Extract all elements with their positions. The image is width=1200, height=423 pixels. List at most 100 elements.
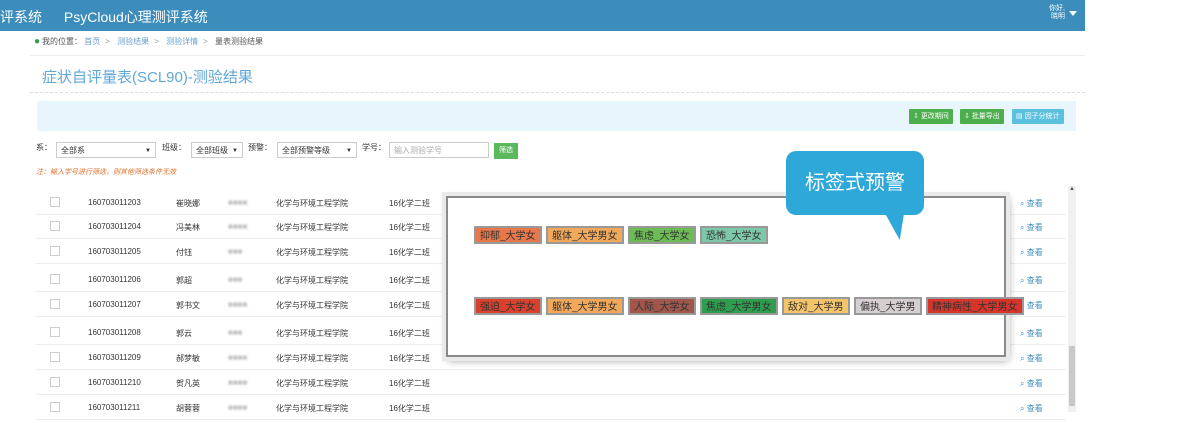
row-college: 化学与环境工程学院 (276, 404, 348, 413)
dropdown-arrow-icon: ▼ (232, 148, 238, 154)
warn-select-value: 全部预警等级 (282, 146, 330, 155)
view-link[interactable]: ⌕ 查看 (1020, 403, 1043, 414)
warning-tag[interactable]: 抑郁_大学女 (474, 226, 542, 244)
zoom-in-icon: ⌕ (1020, 248, 1027, 257)
row-checkbox[interactable] (50, 197, 60, 207)
row-college: 化学与环境工程学院 (276, 354, 348, 363)
row-college: 化学与环境工程学院 (276, 301, 348, 310)
warning-tag[interactable]: 人际_大学女 (628, 297, 696, 315)
row-student-id: 160703011206 (88, 275, 141, 284)
row-checkbox[interactable] (50, 352, 60, 362)
warning-tag[interactable]: 焦虑_大学男女 (700, 297, 778, 315)
warning-tag[interactable]: 恐怖_大学女 (700, 226, 768, 244)
scroll-up-icon[interactable]: ▲ (1069, 186, 1075, 192)
class-select-value: 全部班级 (196, 146, 228, 155)
row-student-id: 160703011205 (88, 247, 141, 256)
zoom-in-icon: ⌕ (1020, 379, 1027, 388)
row-masked-field: ■■■ (228, 275, 243, 284)
row-checkbox[interactable] (50, 299, 60, 309)
breadcrumb-detail[interactable]: 测验详情 (166, 37, 198, 46)
batch-export-label: 批量导出 (971, 113, 1000, 120)
view-link-label: 查看 (1026, 404, 1043, 413)
warning-tag[interactable]: 躯体_大学男女 (546, 297, 624, 315)
row-checkbox[interactable] (50, 246, 60, 256)
view-link[interactable]: ⌕ 查看 (1020, 353, 1043, 364)
view-link[interactable]: ⌕ 查看 (1020, 198, 1043, 209)
callout-bubble: 标签式预警 (786, 151, 924, 215)
table-scrollbar[interactable]: ▲ (1068, 186, 1076, 412)
row-student-name: 贺凡英 (176, 379, 200, 388)
class-label: 班级： (162, 143, 186, 152)
warning-tag[interactable]: 焦虑_大学女 (628, 226, 696, 244)
warning-tags-popup: 抑郁_大学女 躯体_大学男女 焦虑_大学女 恐怖_大学女 强迫_大学女 躯体_大学男女 人际… (446, 196, 1024, 357)
row-masked-field: ■■■■ (228, 222, 248, 231)
divider (30, 55, 1085, 56)
top-navbar: 评系统 PsyCloud心理测评系统 你好, 晓明 (0, 0, 1085, 31)
caret-down-icon[interactable] (1069, 10, 1077, 16)
row-student-name: 郝梦敏 (176, 354, 200, 363)
view-link-label: 查看 (1026, 276, 1043, 285)
view-link-label: 查看 (1026, 199, 1043, 208)
row-student-name: 郭超 (176, 276, 192, 285)
student-id-placeholder: 输入测验学号 (394, 146, 442, 155)
row-checkbox[interactable] (50, 377, 60, 387)
factor-stats-label: 因子分统计 (1024, 113, 1060, 120)
view-link-label: 查看 (1026, 248, 1043, 257)
zoom-in-icon: ⌕ (1020, 223, 1027, 232)
view-link-label: 查看 (1026, 354, 1043, 363)
breadcrumb-label: 我的位置： (42, 37, 83, 46)
row-checkbox[interactable] (50, 274, 60, 284)
row-class: 16化学二班 (389, 276, 430, 285)
change-period-button[interactable]: ⇩ 更改期间 (909, 109, 953, 124)
row-class: 16化学二班 (389, 329, 430, 338)
dept-select[interactable]: 全部系 ▼ (56, 142, 156, 158)
batch-export-button[interactable]: ⇩ 批量导出 (960, 109, 1004, 124)
view-link[interactable]: ⌕ 查看 (1020, 328, 1043, 339)
row-checkbox[interactable] (50, 402, 60, 412)
breadcrumb-home[interactable]: 首页 (84, 37, 100, 46)
warning-tag[interactable]: 躯体_大学男女 (546, 226, 624, 244)
zoom-in-icon: ⌕ (1020, 404, 1027, 413)
factor-stats-button[interactable]: ▤ 因子分统计 (1012, 109, 1064, 124)
row-student-id: 160703011204 (88, 222, 141, 231)
filter-button[interactable]: 筛选 (494, 143, 518, 159)
zoom-in-icon: ⌕ (1020, 199, 1027, 208)
view-link[interactable]: ⌕ 查看 (1020, 378, 1043, 389)
class-select[interactable]: 全部班级 ▼ (191, 142, 243, 158)
row-student-name: 冯美林 (176, 223, 200, 232)
row-college: 化学与环境工程学院 (276, 248, 348, 257)
breadcrumb-separator: > (203, 37, 208, 46)
row-student-name: 付钰 (176, 248, 192, 257)
view-link[interactable]: ⌕ 查看 (1020, 222, 1043, 233)
user-name: 晓明 (1051, 13, 1065, 20)
row-student-id: 160703011209 (88, 353, 141, 362)
divider (30, 92, 1085, 93)
breadcrumb-separator: > (154, 37, 159, 46)
warning-tag[interactable]: 敌对_大学男 (782, 297, 850, 315)
view-link-label: 查看 (1026, 301, 1043, 310)
view-link[interactable]: ⌕ 查看 (1020, 275, 1043, 286)
row-class: 16化学二班 (389, 199, 430, 208)
row-college: 化学与环境工程学院 (276, 379, 348, 388)
row-college: 化学与环境工程学院 (276, 223, 348, 232)
row-class: 16化学二班 (389, 223, 430, 232)
warning-tag[interactable]: 精神病性_大学男女 (926, 297, 1024, 315)
row-masked-field: ■■■■ (228, 403, 248, 412)
scrollbar-thumb[interactable] (1069, 346, 1075, 406)
row-masked-field: ■■■ (228, 247, 243, 256)
row-checkbox[interactable] (50, 327, 60, 337)
user-menu[interactable]: 你好, 晓明 (1049, 5, 1077, 21)
student-id-input[interactable]: 输入测验学号 (389, 142, 489, 158)
warning-tag[interactable]: 偏执_大学男 (854, 297, 922, 315)
warn-select[interactable]: 全部预警等级 ▼ (277, 142, 357, 158)
row-masked-field: ■■■■ (228, 198, 248, 207)
view-link-label: 查看 (1026, 379, 1043, 388)
breadcrumb-results[interactable]: 测验结果 (117, 37, 149, 46)
table-row: 160703011211 胡蓉蓉 ■■■■ 化学与环境工程学院 16化学二班 ⌕ 查看 (36, 395, 1066, 420)
view-link[interactable]: ⌕ 查看 (1020, 247, 1043, 258)
dropdown-arrow-icon: ▼ (346, 148, 352, 154)
zoom-in-icon: ⌕ (1020, 329, 1027, 338)
row-student-name: 郭云 (176, 329, 192, 338)
warning-tag[interactable]: 强迫_大学女 (474, 297, 542, 315)
row-checkbox[interactable] (50, 221, 60, 231)
